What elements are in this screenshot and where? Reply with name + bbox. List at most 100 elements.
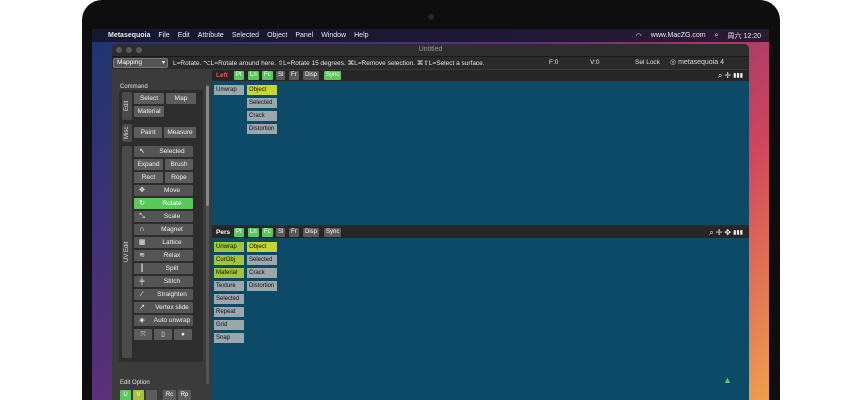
- chip-sl[interactable]: Sl: [276, 228, 286, 237]
- left-viewport-bar: Left Pt Ln Fc Sl Fr Disp Sync ⌕ ✛ ▮▮▮: [212, 70, 749, 81]
- menu-object[interactable]: Object: [267, 32, 287, 39]
- chip-ln[interactable]: Ln: [248, 228, 259, 237]
- menu-edit[interactable]: Edit: [178, 32, 190, 39]
- tool-vertex-slide[interactable]: ↗ Vertex slide: [134, 302, 193, 313]
- crack-button-pers[interactable]: Crack: [247, 268, 277, 278]
- unwrap-button-pers[interactable]: Unwrap: [214, 242, 244, 252]
- split-icon: ║: [139, 265, 145, 272]
- chip-pt[interactable]: Pt: [234, 228, 244, 237]
- chip-sync[interactable]: Sync: [324, 228, 342, 237]
- clock[interactable]: 周六 12:20: [728, 31, 761, 41]
- tool-lattice[interactable]: ▦ Lattice: [134, 237, 193, 248]
- chip-ln[interactable]: Ln: [248, 71, 259, 80]
- repeat-button[interactable]: Repeat: [214, 307, 244, 317]
- viewport-name: Left: [216, 72, 228, 79]
- menu-file[interactable]: File: [158, 32, 169, 39]
- tool-stitch[interactable]: ╪ Stitch: [134, 276, 193, 287]
- menu-attribute[interactable]: Attribute: [198, 32, 224, 39]
- pan-icon[interactable]: ✛: [724, 71, 731, 80]
- pan-icon[interactable]: ✛: [716, 228, 723, 237]
- object-button[interactable]: Object: [247, 85, 277, 95]
- object-button-pers[interactable]: Object: [247, 242, 277, 252]
- map-button[interactable]: Map: [166, 93, 196, 104]
- vertex-count: V:0: [590, 59, 600, 66]
- option-u[interactable]: U: [120, 390, 131, 400]
- zoom-icon[interactable]: ⌕: [709, 228, 713, 238]
- option-rp[interactable]: Rp: [178, 390, 191, 400]
- mode-dropdown[interactable]: Mapping: [113, 58, 168, 68]
- measure-button[interactable]: Measure: [164, 127, 196, 138]
- chip-sync[interactable]: Sync: [324, 71, 342, 80]
- logo-text: metasequoia 4: [678, 59, 724, 66]
- chip-disp[interactable]: Disp: [303, 228, 320, 237]
- cylinder-tool-button[interactable]: ▯: [154, 329, 172, 340]
- menubar-url: www.MacZG.com: [650, 32, 706, 39]
- tool-rope[interactable]: Rope: [165, 172, 193, 183]
- left-viewport-canvas[interactable]: Unwrap Object Selected Crack Distortion: [212, 81, 749, 225]
- pin-tool-button[interactable]: ⤧: [134, 329, 152, 340]
- unwrap-button[interactable]: Unwrap: [214, 85, 244, 95]
- sphere-tool-button[interactable]: ●: [174, 329, 192, 340]
- tab-misc[interactable]: Misc: [122, 124, 132, 142]
- zoom-icon[interactable]: ⌕: [718, 71, 722, 81]
- option-v[interactable]: V: [133, 390, 144, 400]
- tool-auto-unwrap[interactable]: ◈ Auto unwrap: [134, 315, 193, 326]
- tab-edit[interactable]: Edit: [122, 92, 132, 120]
- menu-help[interactable]: Help: [354, 32, 368, 39]
- command-box: Edit Select Map Material Misc Paint Meas…: [119, 90, 203, 362]
- rotate-view-icon[interactable]: ✥: [724, 228, 731, 237]
- screen: Metasequoia File Edit Attribute Selected…: [92, 29, 769, 400]
- color-swatch-icon[interactable]: ▮▮▮: [733, 229, 743, 236]
- material-view-button[interactable]: Material: [214, 268, 244, 278]
- snap-button[interactable]: Snap: [214, 333, 244, 343]
- selected-button-pers[interactable]: Selected: [247, 255, 277, 265]
- select-button[interactable]: Select: [134, 93, 164, 104]
- option-rc[interactable]: Rc: [163, 390, 176, 400]
- distortion-button-pers[interactable]: Distortion: [247, 281, 277, 291]
- tool-scale[interactable]: ⤡ Scale: [134, 211, 193, 222]
- sphere-icon: ●: [181, 331, 185, 338]
- crack-button[interactable]: Crack: [247, 111, 277, 121]
- option-blank[interactable]: [146, 390, 157, 400]
- tool-selected[interactable]: ↖ Selected: [134, 146, 193, 157]
- chip-pt[interactable]: Pt: [234, 71, 244, 80]
- menu-selected[interactable]: Selected: [232, 32, 259, 39]
- scrollbar-thumb[interactable]: [206, 86, 209, 206]
- paint-button[interactable]: Paint: [134, 127, 162, 138]
- pers-viewport[interactable]: Pers Pt Ln Fc Sl Fr Disp Sync ⌕ ✛ ✥ ▮▮▮ …: [212, 227, 749, 400]
- tool-relax[interactable]: ≋ Relax: [134, 250, 193, 261]
- chip-disp[interactable]: Disp: [303, 71, 320, 80]
- distortion-button[interactable]: Distortion: [247, 124, 277, 134]
- selected-view-button[interactable]: Selected: [214, 294, 244, 304]
- menu-app[interactable]: Metasequoia: [108, 32, 150, 39]
- selected-button[interactable]: Selected: [247, 98, 277, 108]
- texture-button[interactable]: Texture: [214, 281, 244, 291]
- chip-fr[interactable]: Fr: [289, 71, 299, 80]
- material-button[interactable]: Material: [134, 106, 164, 117]
- tool-straighten[interactable]: ∕ Straighten: [134, 289, 193, 300]
- sel-lock-button[interactable]: Sel Lock: [635, 59, 660, 66]
- tool-brush[interactable]: Brush: [165, 159, 193, 170]
- chip-sl[interactable]: Sl: [276, 71, 286, 80]
- chip-fr[interactable]: Fr: [289, 228, 299, 237]
- tool-rect[interactable]: Rect: [134, 172, 163, 183]
- tab-uv-edit[interactable]: UV Edit: [122, 146, 132, 358]
- tool-magnet[interactable]: ∩ Magnet: [134, 224, 193, 235]
- color-swatch-icon[interactable]: ▮▮▮: [733, 72, 743, 79]
- tool-rotate[interactable]: ↻ Rotate: [134, 198, 193, 209]
- left-viewport[interactable]: Left Pt Ln Fc Sl Fr Disp Sync ⌕ ✛ ▮▮▮ Un…: [212, 70, 749, 225]
- panel-scrollbar[interactable]: [206, 84, 209, 384]
- menu-panel[interactable]: Panel: [295, 32, 313, 39]
- curobj-button[interactable]: CurObj: [214, 255, 244, 265]
- tool-split[interactable]: ║ Split: [134, 263, 193, 274]
- chip-fc[interactable]: Fc: [262, 71, 273, 80]
- tool-expand[interactable]: Expand: [134, 159, 163, 170]
- tool-move[interactable]: ✥ Move: [134, 185, 193, 196]
- pers-viewport-canvas[interactable]: Unwrap CurObj Material Texture Selected …: [212, 238, 749, 400]
- grid-button[interactable]: Grid: [214, 320, 244, 330]
- stitch-icon: ╪: [139, 278, 145, 285]
- menu-window[interactable]: Window: [321, 32, 346, 39]
- chip-fc[interactable]: Fc: [262, 228, 273, 237]
- search-icon[interactable]: ⌕: [715, 32, 719, 40]
- wifi-icon[interactable]: ◠: [636, 32, 642, 40]
